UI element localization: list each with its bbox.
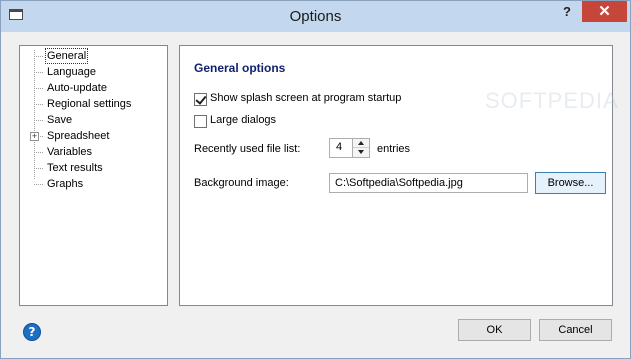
cancel-button[interactable]: Cancel <box>539 319 612 341</box>
tree-item-label: Text results <box>47 162 103 174</box>
tree-branch <box>34 168 43 169</box>
title-help-button[interactable]: ? <box>554 2 580 22</box>
spinner-down-icon[interactable] <box>353 148 369 157</box>
tree-branch <box>34 88 43 89</box>
category-tree[interactable]: General Language Auto-update Regional se… <box>19 45 168 306</box>
window-title: Options <box>289 8 342 25</box>
large-dialogs-checkbox[interactable] <box>194 115 207 128</box>
splash-screen-checkbox[interactable] <box>194 93 207 106</box>
help-icon[interactable]: ? <box>23 323 41 341</box>
tree-item-label: Save <box>47 114 73 126</box>
tree-branch <box>34 72 43 73</box>
recent-files-spinner[interactable]: 4 <box>329 138 370 158</box>
background-image-label: Background image: <box>194 177 289 189</box>
large-dialogs-label[interactable]: Large dialogs <box>210 114 276 126</box>
recent-files-label: Recently used file list: <box>194 143 301 155</box>
splash-screen-label[interactable]: Show splash screen at program startup <box>210 92 401 104</box>
section-title: General options <box>194 61 286 75</box>
options-dialog: Options ? ✕ General Language Auto-update… <box>0 0 631 359</box>
tree-item-label: Graphs <box>47 178 84 190</box>
tree-item-label: General <box>45 48 89 64</box>
tree-branch <box>34 104 43 105</box>
dialog-body: General Language Auto-update Regional se… <box>9 32 622 351</box>
tree-item-label: Regional settings <box>47 98 132 110</box>
tree-connector-line <box>34 50 35 179</box>
tree-item-label: Language <box>47 66 96 78</box>
spinner-up-icon[interactable] <box>353 139 369 148</box>
browse-button[interactable]: Browse... <box>535 172 606 194</box>
expand-plus-icon[interactable]: + <box>30 132 39 141</box>
softpedia-watermark: SOFTPEDIA <box>485 88 619 113</box>
tree-item-label: Spreadsheet <box>47 130 110 142</box>
background-image-input[interactable]: C:\Softpedia\Softpedia.jpg <box>329 173 528 193</box>
close-button[interactable]: ✕ <box>582 1 627 22</box>
tree-item-label: Variables <box>47 146 93 158</box>
tree-branch <box>34 152 43 153</box>
tree-item-label: Auto-update <box>47 82 107 94</box>
entries-label: entries <box>377 143 411 155</box>
tree-branch <box>34 120 43 121</box>
title-bar[interactable]: Options ? ✕ <box>1 1 630 32</box>
general-options-panel: General options SOFTPEDIA Show splash sc… <box>179 45 618 306</box>
spinner-buttons[interactable] <box>352 139 369 157</box>
ok-button[interactable]: OK <box>458 319 531 341</box>
tree-branch <box>34 184 43 185</box>
tree-branch <box>34 56 43 57</box>
recent-files-value[interactable]: 4 <box>336 141 342 153</box>
